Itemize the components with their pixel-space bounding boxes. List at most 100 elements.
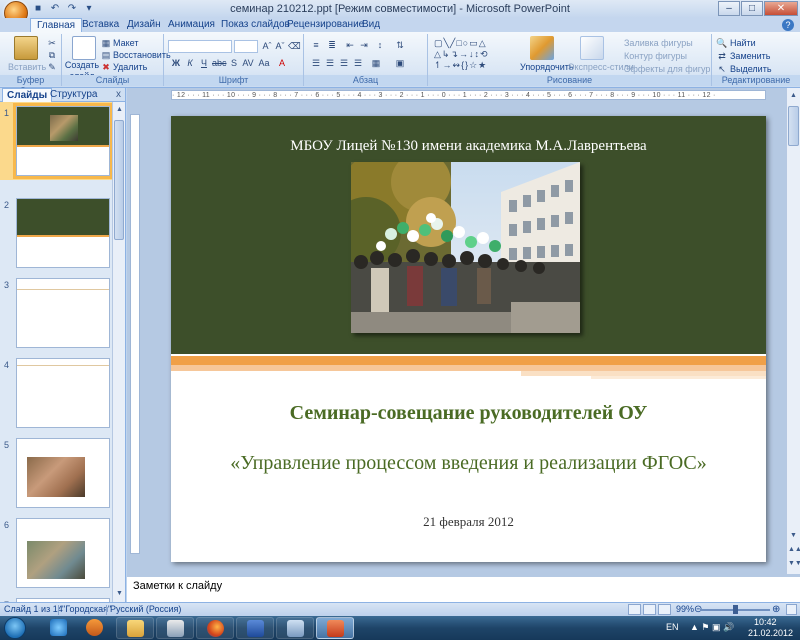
bold-icon[interactable]: Ж — [170, 58, 182, 68]
explorer-app[interactable] — [116, 617, 154, 639]
thumbnail-row[interactable]: 3 — [0, 278, 112, 354]
notes-placeholder[interactable]: Заметки к слайду — [133, 580, 222, 592]
shape-outline-button[interactable]: Контур фигуры — [624, 51, 687, 62]
redo-icon[interactable]: ↷ — [65, 2, 79, 16]
slideshow-button[interactable] — [658, 604, 671, 615]
spacing-icon[interactable]: AV — [242, 58, 254, 68]
previous-slide-icon[interactable]: ▲▲ — [788, 544, 800, 556]
slide-sorter-button[interactable] — [643, 604, 656, 615]
text-direction-icon[interactable]: ⇅ — [394, 40, 406, 50]
undo-icon[interactable]: ↶ — [48, 2, 62, 16]
tab-home[interactable]: Главная — [30, 18, 83, 32]
shrink-font-icon[interactable]: Aˇ — [274, 41, 286, 51]
justify-icon[interactable]: ☰ — [352, 58, 364, 68]
align-center-icon[interactable]: ☰ — [324, 58, 336, 68]
increase-indent-icon[interactable]: ⇥ — [358, 40, 370, 50]
tab-outline[interactable]: Структура — [46, 88, 101, 102]
slide-thumbnail-3[interactable] — [16, 278, 110, 348]
grow-font-icon[interactable]: Aˆ — [261, 41, 273, 51]
decrease-indent-icon[interactable]: ⇤ — [344, 40, 356, 50]
firefox-app[interactable] — [196, 617, 234, 639]
underline-icon[interactable]: Ч — [198, 58, 210, 68]
slide-thumbnail-2[interactable] — [16, 198, 110, 268]
tab-design[interactable]: Дизайн — [121, 18, 167, 32]
pane-close-icon[interactable]: x — [116, 88, 121, 102]
minimize-button[interactable]: – — [718, 1, 740, 16]
shapes-gallery[interactable]: ▢╲╱□○▭△ △↳↴→↓↕⟲ ↿→↭{}☆★ — [434, 38, 506, 72]
slide-canvas[interactable]: МБОУ Лицей №130 имени академика М.А.Лавр… — [171, 116, 766, 562]
next-slide-icon[interactable]: ▼▼ — [788, 558, 800, 570]
italic-icon[interactable]: К — [184, 58, 196, 68]
scroll-thumb[interactable] — [788, 106, 799, 146]
scroll-down-icon[interactable]: ▼ — [788, 530, 799, 542]
clock-time[interactable]: 10:42 — [754, 617, 777, 627]
word-app[interactable] — [236, 617, 274, 639]
smartart-icon[interactable]: ▣ — [394, 58, 406, 68]
find-button[interactable]: Найти — [730, 38, 756, 49]
cut-icon[interactable]: ✂ — [46, 38, 58, 48]
change-case-icon[interactable]: Aa — [258, 58, 270, 68]
slide-thumbnail-5[interactable] — [16, 438, 110, 508]
start-button[interactable] — [4, 617, 26, 639]
zoom-level[interactable]: 99% — [676, 604, 694, 614]
scroll-up-icon[interactable]: ▲ — [114, 104, 125, 116]
font-color-icon[interactable]: A — [276, 58, 288, 68]
tab-insert[interactable]: Вставка — [76, 18, 125, 32]
numbering-icon[interactable]: ≣ — [326, 40, 338, 50]
keyboard-language[interactable]: EN — [666, 622, 679, 632]
scanner-app[interactable] — [156, 617, 194, 639]
scroll-up-icon[interactable]: ▲ — [788, 90, 799, 102]
new-slide-icon[interactable] — [72, 36, 96, 60]
align-left-icon[interactable]: ☰ — [310, 58, 322, 68]
slide-subtitle[interactable]: «Управление процессом введения и реализа… — [171, 452, 766, 475]
arrange-button[interactable]: Упорядочить — [520, 62, 574, 73]
slide-date[interactable]: 21 февраля 2012 — [171, 514, 766, 530]
thumbnail-row[interactable]: 6 — [0, 518, 112, 594]
layout-button[interactable]: Макет — [113, 38, 138, 49]
slide-photo[interactable] — [351, 162, 580, 333]
close-button[interactable]: ✕ — [764, 1, 798, 16]
paste-icon[interactable] — [14, 36, 38, 60]
slide-school-name[interactable]: МБОУ Лицей №130 имени академика М.А.Лавр… — [171, 138, 766, 155]
paste-button[interactable]: Вставить — [8, 62, 46, 73]
thumbnail-row[interactable]: 4 — [0, 358, 112, 434]
language-indicator[interactable]: Русский (Россия) — [110, 604, 181, 614]
thumbnail-row[interactable]: 1 — [0, 102, 112, 182]
clear-format-icon[interactable]: ⌫ — [288, 41, 301, 51]
window-app[interactable] — [276, 617, 314, 639]
powerpoint-app[interactable] — [316, 617, 354, 639]
quick-styles-icon[interactable] — [580, 36, 604, 60]
save-icon[interactable]: ■ — [31, 2, 45, 16]
zoom-in-icon[interactable]: ⊕ — [772, 604, 780, 615]
fit-to-window-button[interactable] — [786, 604, 797, 615]
font-size-select[interactable] — [234, 40, 258, 53]
scroll-down-icon[interactable]: ▼ — [114, 588, 125, 600]
shadow-icon[interactable]: S — [228, 58, 240, 68]
tab-animation[interactable]: Анимация — [162, 18, 221, 32]
replace-button[interactable]: Заменить — [730, 51, 770, 62]
tab-slides[interactable]: Слайды — [2, 88, 53, 102]
strikethrough-icon[interactable]: abc — [212, 58, 227, 68]
slide-title[interactable]: Семинар-совещание руководителей ОУ — [171, 402, 766, 425]
select-button[interactable]: Выделить — [730, 64, 772, 75]
normal-view-button[interactable] — [628, 604, 641, 615]
line-spacing-icon[interactable]: ↕ — [374, 40, 386, 50]
shape-fill-button[interactable]: Заливка фигуры — [624, 38, 693, 49]
thumbnail-row[interactable]: 5 — [0, 438, 112, 514]
notes-pane[interactable]: Заметки к слайду — [127, 574, 800, 602]
slide-thumbnail-1[interactable] — [13, 103, 112, 179]
shape-effects-button[interactable]: Эффекты для фигур — [624, 64, 710, 75]
maximize-button[interactable]: □ — [741, 1, 763, 16]
columns-icon[interactable]: ▦ — [370, 58, 382, 68]
arrange-icon[interactable] — [530, 36, 554, 60]
bullets-icon[interactable]: ≡ — [310, 40, 322, 50]
clock-date[interactable]: 21.02.2012 — [748, 628, 793, 638]
qat-dropdown-icon[interactable]: ▾ — [82, 2, 96, 16]
font-family-select[interactable] — [168, 40, 232, 53]
scroll-thumb[interactable] — [114, 120, 124, 240]
ie-app[interactable] — [40, 617, 78, 639]
help-icon[interactable]: ? — [782, 19, 794, 31]
format-painter-icon[interactable]: ✎ — [46, 62, 58, 72]
tray-icons[interactable]: ▲ ⚑ ▣ 🔊 — [690, 622, 734, 633]
media-app[interactable] — [76, 617, 114, 639]
